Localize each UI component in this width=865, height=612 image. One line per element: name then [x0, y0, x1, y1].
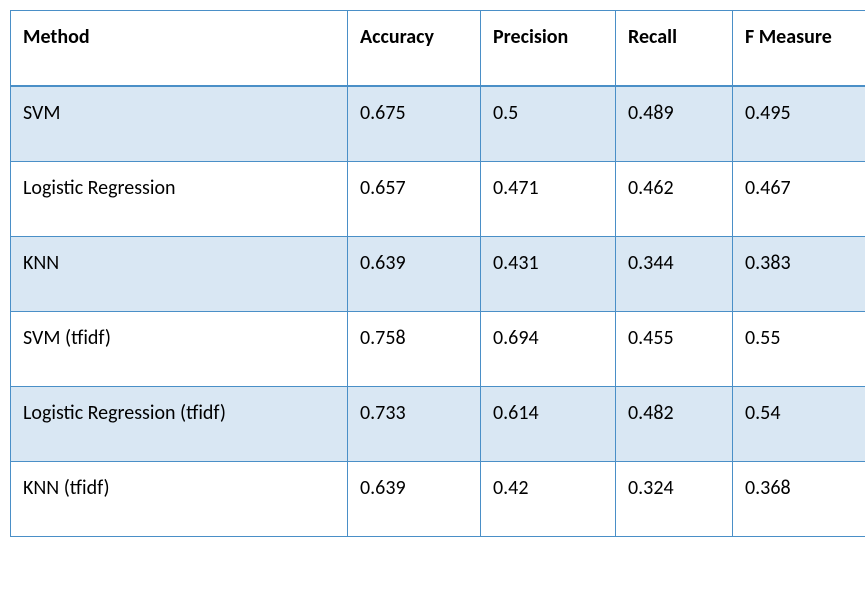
cell-method: Logistic Regression (tfidf)	[11, 387, 348, 462]
cell-precision: 0.5	[481, 86, 616, 162]
cell-fmeasure: 0.467	[733, 162, 865, 237]
cell-method: KNN	[11, 237, 348, 312]
col-method: Method	[11, 11, 348, 87]
cell-recall: 0.489	[616, 86, 733, 162]
cell-recall: 0.324	[616, 462, 733, 537]
cell-fmeasure: 0.383	[733, 237, 865, 312]
cell-recall: 0.344	[616, 237, 733, 312]
col-fmeasure: F Measure	[733, 11, 865, 87]
table-row: Logistic Regression 0.657 0.471 0.462 0.…	[11, 162, 865, 237]
cell-recall: 0.455	[616, 312, 733, 387]
cell-method: KNN (tfidf)	[11, 462, 348, 537]
table-row: SVM (tfidf) 0.758 0.694 0.455 0.55	[11, 312, 865, 387]
cell-method: SVM (tfidf)	[11, 312, 348, 387]
metrics-table: Method Accuracy Precision Recall F Measu…	[10, 10, 865, 537]
cell-accuracy: 0.639	[348, 462, 481, 537]
col-precision: Precision	[481, 11, 616, 87]
cell-accuracy: 0.657	[348, 162, 481, 237]
cell-fmeasure: 0.368	[733, 462, 865, 537]
cell-precision: 0.694	[481, 312, 616, 387]
cell-precision: 0.42	[481, 462, 616, 537]
cell-accuracy: 0.733	[348, 387, 481, 462]
cell-recall: 0.482	[616, 387, 733, 462]
cell-fmeasure: 0.55	[733, 312, 865, 387]
cell-fmeasure: 0.54	[733, 387, 865, 462]
table-header-row: Method Accuracy Precision Recall F Measu…	[11, 11, 865, 87]
table-row: SVM 0.675 0.5 0.489 0.495	[11, 86, 865, 162]
cell-method: Logistic Regression	[11, 162, 348, 237]
cell-precision: 0.614	[481, 387, 616, 462]
cell-method: SVM	[11, 86, 348, 162]
cell-precision: 0.471	[481, 162, 616, 237]
cell-precision: 0.431	[481, 237, 616, 312]
table-row: KNN (tfidf) 0.639 0.42 0.324 0.368	[11, 462, 865, 537]
col-recall: Recall	[616, 11, 733, 87]
col-accuracy: Accuracy	[348, 11, 481, 87]
cell-fmeasure: 0.495	[733, 86, 865, 162]
cell-accuracy: 0.675	[348, 86, 481, 162]
table-row: Logistic Regression (tfidf) 0.733 0.614 …	[11, 387, 865, 462]
cell-accuracy: 0.639	[348, 237, 481, 312]
cell-recall: 0.462	[616, 162, 733, 237]
table-row: KNN 0.639 0.431 0.344 0.383	[11, 237, 865, 312]
cell-accuracy: 0.758	[348, 312, 481, 387]
